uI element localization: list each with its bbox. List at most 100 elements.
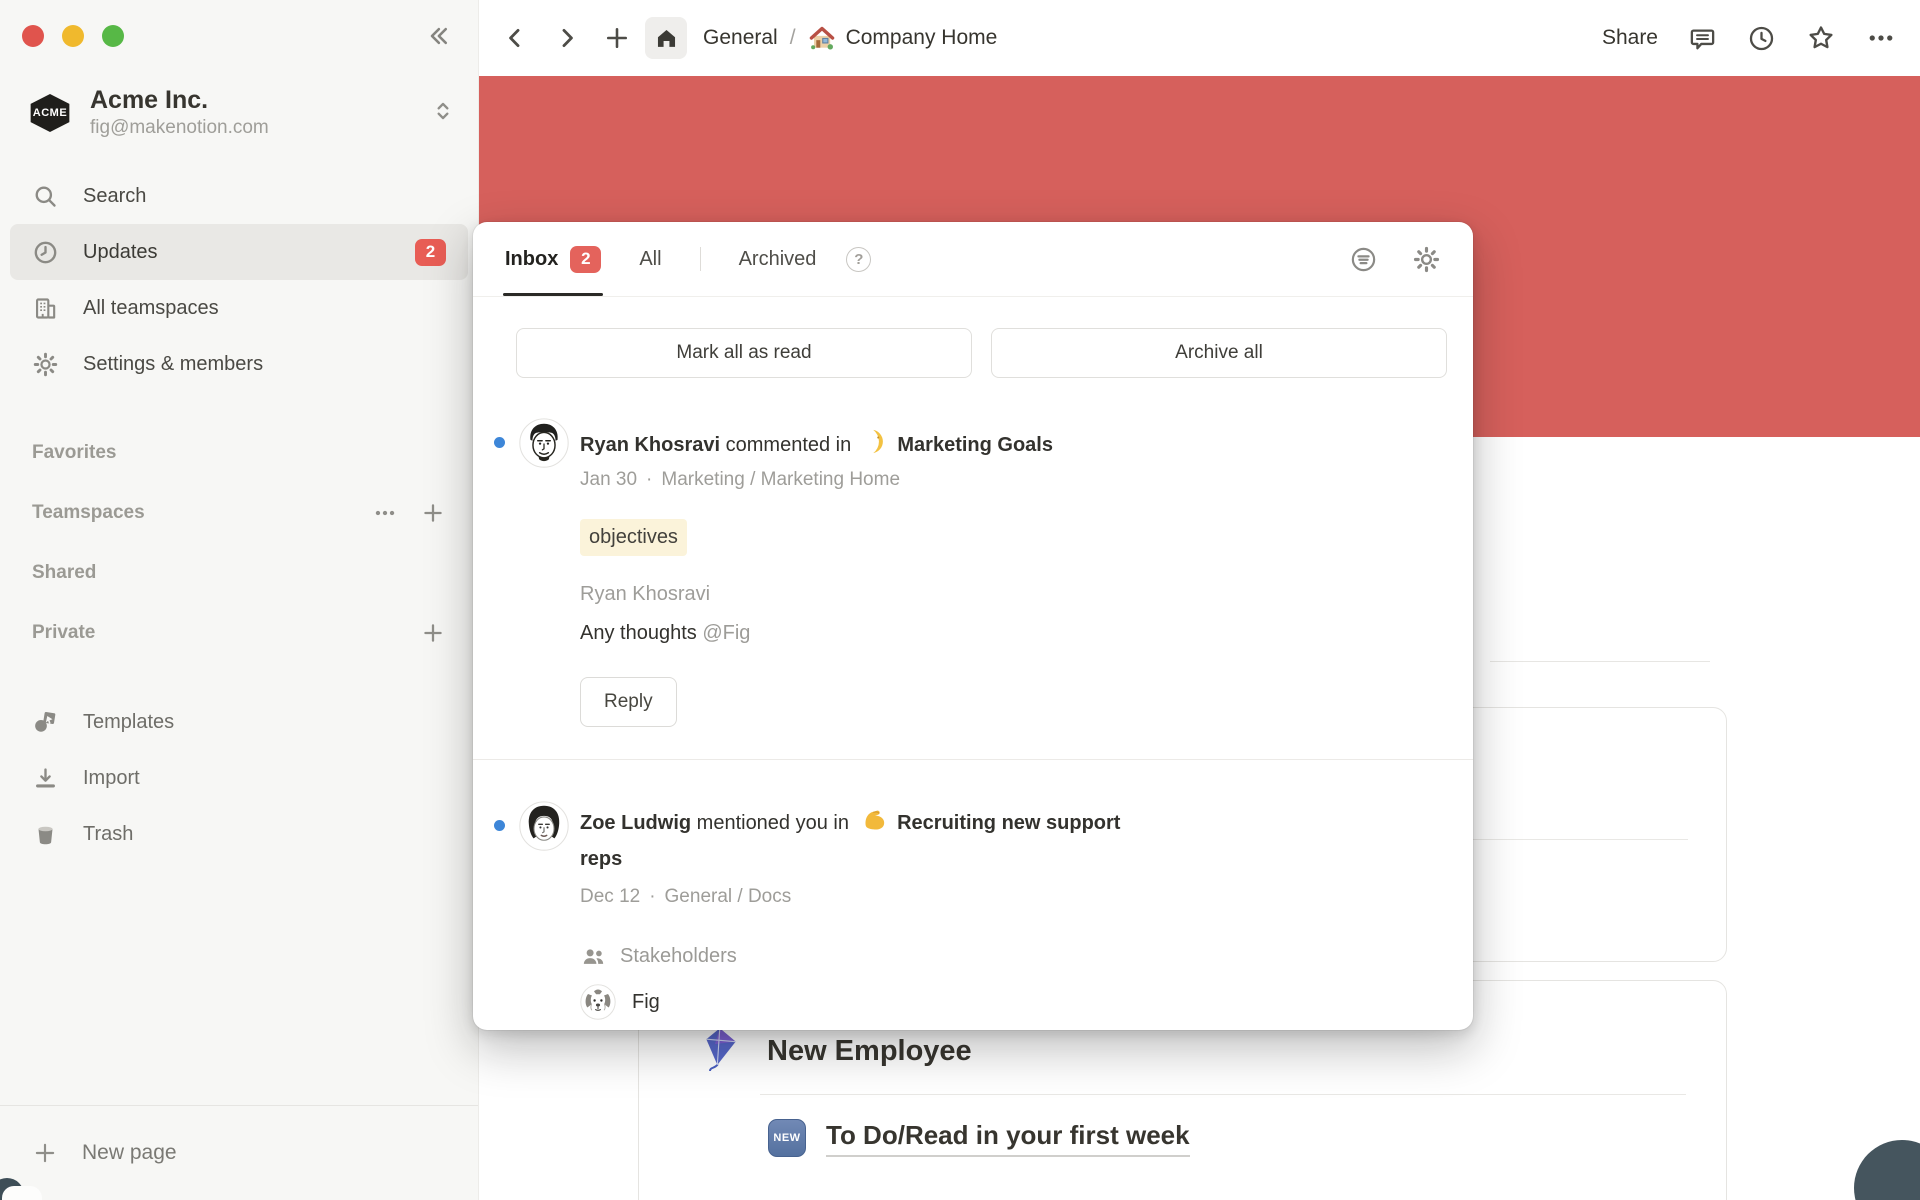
gear-icon[interactable] — [1412, 245, 1441, 274]
breadcrumb-separator: / — [790, 26, 796, 50]
sidebar-item-updates[interactable]: Updates 2 — [10, 224, 468, 280]
action-text: commented in — [726, 434, 852, 456]
sidebar-item-trash[interactable]: Trash — [10, 806, 468, 862]
favorite-star-icon[interactable] — [1806, 23, 1836, 53]
notification-meta: Jan 30 · Marketing / Marketing Home — [580, 468, 1439, 492]
inbox-tabs: Inbox 2 All Archived ? — [473, 222, 1473, 297]
sidebar-section-shared[interactable]: Shared — [10, 543, 468, 603]
sidebar-item-label: Search — [83, 185, 146, 208]
section-label: Favorites — [32, 442, 116, 464]
inbox-actions: Mark all as read Archive all — [473, 297, 1473, 378]
sidebar-section-favorites[interactable]: Favorites — [10, 423, 468, 483]
workspace-email: fig@makenotion.com — [90, 116, 430, 140]
subpage-link[interactable]: To Do/Read in your first week — [826, 1120, 1190, 1157]
home-tab-button[interactable] — [645, 17, 687, 59]
new-tab-button[interactable] — [603, 24, 631, 52]
workspace-name: Acme Inc. — [90, 86, 430, 114]
close-window-button[interactable] — [22, 25, 44, 47]
sidebar-section-private[interactable]: Private — [10, 603, 468, 663]
action-text: mentioned you in — [697, 812, 849, 834]
notification-zoe[interactable]: Zoe Ludwig mentioned you in Recruiting n… — [494, 801, 1439, 1020]
templates-icon — [32, 709, 59, 736]
sidebar-section-teamspaces[interactable]: Teamspaces — [10, 483, 468, 543]
comment-author: Ryan Khosravi — [580, 582, 1439, 606]
mark-all-read-button[interactable]: Mark all as read — [516, 328, 972, 378]
corner-card — [2, 1186, 42, 1200]
avatar-ryan — [519, 418, 569, 468]
add-icon[interactable] — [420, 500, 446, 526]
tab-divider — [700, 247, 701, 271]
add-icon[interactable] — [420, 620, 446, 646]
inbox-unread-badge: 2 — [570, 246, 601, 273]
notification-divider — [473, 759, 1473, 760]
mention-chip[interactable]: @Fig — [702, 622, 750, 644]
workspace-switcher[interactable]: ACME Acme Inc. fig@makenotion.com — [28, 86, 456, 140]
sidebar-item-settings[interactable]: Settings & members — [10, 336, 468, 392]
history-icon[interactable] — [1747, 24, 1776, 53]
workspace-logo: ACME — [28, 94, 72, 132]
clock-icon — [32, 239, 59, 266]
sidebar-item-all-teamspaces[interactable]: All teamspaces — [10, 280, 468, 336]
new-page-button[interactable]: New page — [0, 1106, 478, 1200]
sidebar-footer: New page — [0, 1105, 478, 1200]
hidden-card-divider — [1490, 661, 1710, 662]
breadcrumb-section[interactable]: General — [703, 26, 778, 50]
help-icon[interactable]: ? — [846, 247, 871, 272]
crescent-moon-emoji — [862, 428, 887, 455]
unread-dot — [494, 437, 505, 448]
collapse-sidebar-button[interactable] — [420, 22, 454, 54]
breadcrumb: General / Company Home — [703, 24, 997, 52]
help-button-partial[interactable] — [1854, 1140, 1920, 1200]
new-button-emoji: NEW — [768, 1119, 806, 1157]
mentioned-person-row[interactable]: Fig — [580, 984, 1439, 1020]
avatar-fig — [580, 984, 616, 1020]
topbar: General / Company Home Share — [479, 0, 1920, 76]
comments-icon[interactable] — [1688, 24, 1717, 53]
page-name[interactable]: Marketing Goals — [897, 434, 1053, 456]
sidebar-item-label: All teamspaces — [83, 297, 219, 320]
share-button[interactable]: Share — [1602, 26, 1658, 50]
sidebar-item-label: Templates — [83, 711, 174, 734]
sidebar-item-search[interactable]: Search — [10, 168, 468, 224]
kite-emoji — [701, 1027, 741, 1076]
back-button[interactable] — [501, 24, 529, 52]
sidebar-item-templates[interactable]: Templates — [10, 694, 468, 750]
more-icon[interactable] — [1866, 23, 1896, 53]
reply-button[interactable]: Reply — [580, 677, 677, 727]
import-icon — [32, 765, 59, 792]
tab-inbox[interactable]: Inbox 2 — [505, 222, 601, 296]
gear-icon — [32, 351, 59, 378]
group-name[interactable]: Stakeholders — [620, 945, 737, 968]
people-icon — [580, 943, 607, 970]
more-icon[interactable] — [372, 500, 398, 526]
window-controls — [22, 25, 124, 47]
double-chevron-left-icon — [422, 21, 452, 56]
minimize-window-button[interactable] — [62, 25, 84, 47]
notification-date: Jan 30 — [580, 468, 637, 492]
sidebar-item-import[interactable]: Import — [10, 750, 468, 806]
sidebar: ACME Acme Inc. fig@makenotion.com Search — [0, 0, 479, 1200]
breadcrumb-page[interactable]: Company Home — [846, 26, 998, 50]
archive-all-button[interactable]: Archive all — [991, 328, 1447, 378]
section-label: Private — [32, 622, 95, 644]
person-name: Fig — [632, 991, 660, 1014]
user-name: Zoe Ludwig — [580, 812, 691, 834]
unread-dot — [494, 820, 505, 831]
tab-all[interactable]: All — [639, 248, 661, 271]
mention-group-row: Stakeholders — [580, 943, 1439, 970]
notion-window: ACME Acme Inc. fig@makenotion.com Search — [0, 0, 1920, 1200]
page-link-row[interactable]: NEW To Do/Read in your first week — [768, 1119, 1190, 1157]
tab-archived[interactable]: Archived — [739, 248, 817, 271]
updates-unread-badge: 2 — [415, 239, 446, 266]
flexed-biceps-emoji — [860, 806, 887, 833]
forward-button[interactable] — [553, 24, 581, 52]
building-icon — [32, 295, 59, 322]
zoom-window-button[interactable] — [102, 25, 124, 47]
notification-meta: Dec 12 · General / Docs — [580, 885, 1439, 909]
section-heading[interactable]: New Employee — [767, 1035, 972, 1068]
filter-icon[interactable] — [1349, 245, 1378, 274]
highlighted-text: objectives — [580, 519, 687, 556]
sidebar-item-label: Updates — [83, 241, 158, 264]
notification-title: Zoe Ludwig mentioned you in Recruiting n… — [580, 805, 1125, 877]
notification-ryan[interactable]: Ryan Khosravi commented in Marketing Goa… — [494, 418, 1439, 727]
